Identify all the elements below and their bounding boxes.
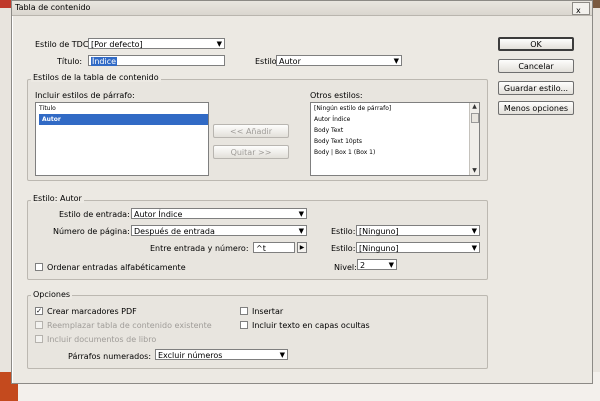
numero-pagina-dropdown[interactable]: Después de entrada ▼ [131,225,307,236]
estilo1-value: [Ninguno] [359,227,399,236]
parrafos-label: Párrafos numerados: [68,352,152,361]
estilo2-label: Estilo: [331,244,356,253]
list-item[interactable]: Body Text 10pts [311,136,479,147]
chevron-down-icon: ▼ [298,227,304,235]
ocultas-label: Incluir texto en capas ocultas [252,321,370,330]
estilo-entrada-value: Autor Índice [134,210,183,219]
entre-entrada-value: ^t [256,244,266,253]
incluir-docs-label: Incluir documentos de libro [47,335,157,344]
list-item[interactable]: Autor Índice [311,114,479,125]
insertar-checkbox[interactable] [240,307,248,315]
ordenar-label: Ordenar entradas alfabéticamente [47,263,186,272]
scroll-down-icon[interactable]: ▼ [470,167,479,175]
pdf-checkbox[interactable]: ✓ [35,307,43,315]
close-button[interactable]: x [572,2,590,15]
ok-button[interactable]: OK [498,37,574,51]
estilo1-dropdown[interactable]: [Ninguno] ▼ [356,225,480,236]
parrafos-dropdown[interactable]: Excluir números ▼ [155,349,288,360]
estilo2-value: [Ninguno] [359,244,399,253]
entre-entrada-input[interactable]: ^t [253,242,295,253]
estilo-entrada-dropdown[interactable]: Autor Índice ▼ [131,208,307,219]
list-item[interactable]: Body | Box 1 (Box 1) [311,147,479,158]
chevron-down-icon: ▼ [216,40,222,48]
save-style-button[interactable]: Guardar estilo... [498,81,574,95]
scrollbar[interactable]: ▲ ▼ [469,103,479,175]
ordenar-checkbox[interactable] [35,263,43,271]
list-item[interactable]: Título [36,103,208,114]
estilo2-dropdown[interactable]: [Ninguno] ▼ [356,242,480,253]
incluir-estilos-list[interactable]: Título Autor [35,102,209,176]
numero-pagina-label: Número de página: [53,227,130,236]
ocultas-checkbox[interactable] [240,321,248,329]
estilo-tdc-dropdown[interactable]: [Por defecto] ▼ [88,38,225,49]
reemplazar-label: Reemplazar tabla de contenido existente [47,321,212,330]
cancel-button[interactable]: Cancelar [498,59,574,73]
estilo-dropdown[interactable]: Autor ▼ [276,55,402,66]
chevron-down-icon: ▼ [471,227,477,235]
nivel-value: 2 [360,261,366,270]
estilo-entrada-label: Estilo de entrada: [59,210,130,219]
list-item[interactable]: Body Text [311,125,479,136]
chevron-down-icon: ▼ [393,57,399,65]
otros-estilos-list[interactable]: [Ningún estilo de párrafo] Autor Índice … [310,102,480,176]
fewer-options-button[interactable]: Menos opciones [498,101,574,115]
chevron-down-icon: ▼ [279,351,285,359]
chevron-down-icon: ▼ [388,261,394,269]
estilo-tdc-value: [Por defecto] [91,40,143,49]
add-button[interactable]: << Añadir [213,124,289,138]
scroll-up-icon[interactable]: ▲ [470,103,479,111]
chevron-down-icon: ▼ [298,210,304,218]
scroll-thumb[interactable] [471,113,479,123]
opciones-group-title: Opciones [31,290,73,299]
title-bar: Tabla de contenido x [12,1,592,16]
otros-estilos-label: Otros estilos: [310,91,363,100]
autor-group-title: Estilo: Autor [31,194,84,203]
window-title: Tabla de contenido [15,3,91,12]
nivel-label: Nivel: [334,263,357,272]
numero-pagina-value: Después de entrada [134,227,215,236]
nivel-dropdown[interactable]: 2 ▼ [357,259,397,270]
entre-entrada-label: Entre entrada y número: [150,244,249,253]
titulo-value: Índice [91,57,118,66]
titulo-label: Título: [57,57,83,66]
estilo1-label: Estilo: [331,227,356,236]
remove-button[interactable]: Quitar >> [213,145,289,159]
estilo-tdc-label: Estilo de TDC: [35,40,92,49]
estilo-value: Autor [279,57,301,66]
special-chars-button[interactable]: ▶ [297,242,307,253]
reemplazar-checkbox[interactable] [35,321,43,329]
incluir-estilos-label: Incluir estilos de párrafo: [35,91,135,100]
list-item-selected[interactable]: Autor [39,114,208,125]
incluir-docs-checkbox[interactable] [35,335,43,343]
parrafos-value: Excluir números [158,351,223,360]
toc-dialog: Tabla de contenido x Estilo de TDC: [Por… [11,0,593,384]
pdf-label: Crear marcadores PDF [47,307,137,316]
estilos-group-title: Estilos de la tabla de contenido [31,73,161,82]
close-icon: x [576,6,581,15]
list-item[interactable]: [Ningún estilo de párrafo] [311,103,479,114]
titulo-input[interactable]: Índice [88,55,225,66]
insertar-label: Insertar [252,307,284,316]
chevron-down-icon: ▼ [471,244,477,252]
